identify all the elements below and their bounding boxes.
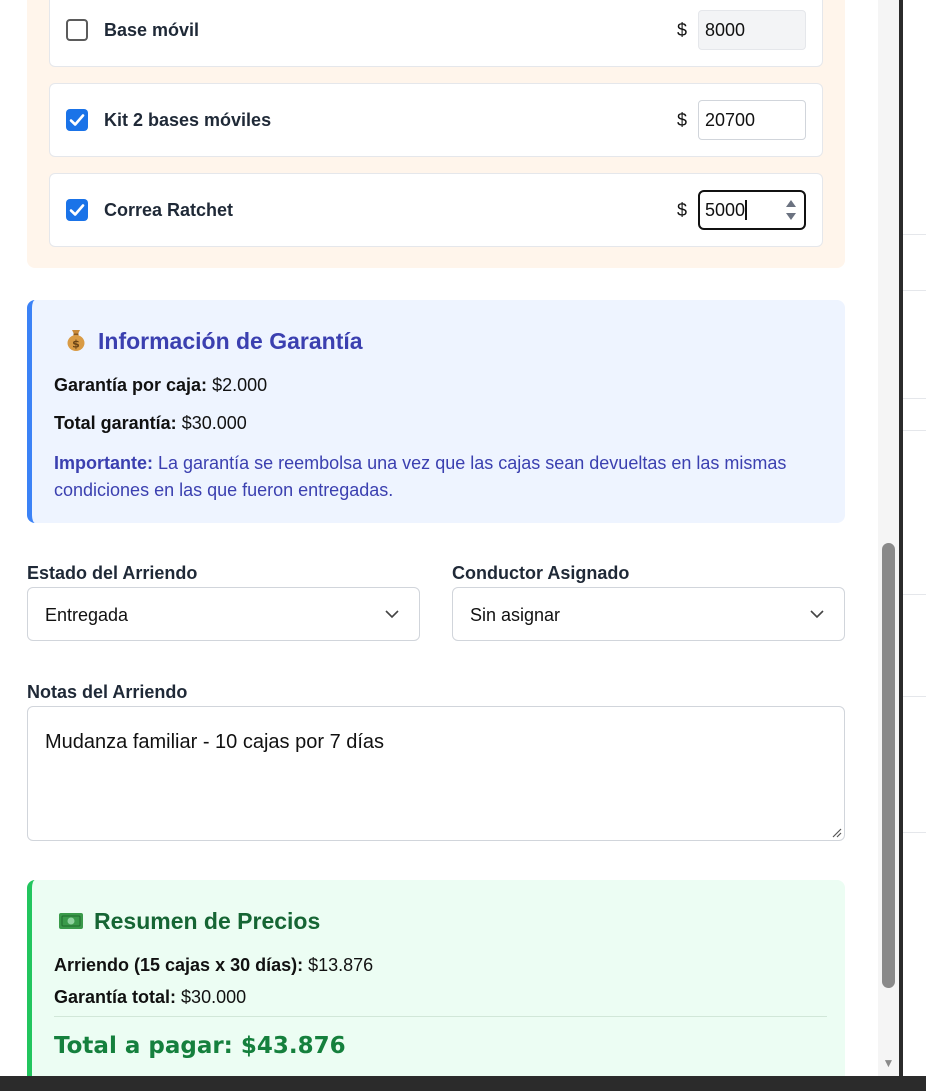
checkmark-icon: [69, 114, 85, 126]
guarantee-total: Total garantía: $30.000: [54, 413, 247, 433]
accessory-price-input: 8000: [698, 10, 806, 50]
currency-symbol: $: [677, 110, 688, 130]
driver-select[interactable]: Sin asignar: [452, 587, 845, 641]
summary-rental: Arriendo (15 cajas x 30 días): $13.876: [54, 955, 374, 975]
accessory-price-input[interactable]: 20700: [698, 100, 806, 140]
accessory-label: Base móvil: [104, 20, 200, 40]
chevron-down-icon: [385, 610, 399, 619]
checkmark-icon: [69, 204, 85, 216]
accessory-row-base-movil: Base móvil $ 8000: [49, 0, 823, 67]
window-bottom-edge: [0, 1076, 926, 1091]
accessory-price-input[interactable]: 5000: [698, 190, 806, 230]
accessory-row-correa-ratchet: Correa Ratchet $ 5000: [49, 173, 823, 247]
notes-text: Mudanza familiar - 10 cajas por 7 días: [45, 731, 385, 753]
accessory-checkbox[interactable]: [66, 109, 88, 131]
background-divider: [903, 234, 926, 235]
currency-symbol: $: [677, 200, 688, 220]
driver-select-value: Sin asignar: [470, 605, 561, 625]
price-summary-box: Resumen de Precios Arriendo (15 cajas x …: [27, 880, 845, 1076]
window-edge: [899, 0, 903, 1076]
summary-title: Resumen de Precios: [58, 908, 320, 935]
guarantee-note: Importante: La garantía se reembolsa una…: [54, 453, 787, 500]
background-divider: [903, 290, 926, 291]
rental-edit-modal: Base móvil $ 8000 Kit 2 bases móviles $ …: [0, 0, 899, 1076]
driver-label: Conductor Asignado: [452, 563, 630, 583]
background-divider: [903, 430, 926, 431]
summary-total: Total a pagar: $43.876: [54, 1033, 346, 1059]
resize-handle-icon[interactable]: [830, 826, 842, 838]
accessory-label: Correa Ratchet: [104, 200, 234, 220]
status-select[interactable]: Entregada: [27, 587, 420, 641]
guarantee-info-box: $ Información de Garantía Garantía por c…: [27, 300, 845, 523]
accessory-label: Kit 2 bases móviles: [104, 110, 272, 130]
svg-text:$: $: [72, 338, 80, 351]
scroll-down-arrow-icon[interactable]: ▼: [882, 1056, 895, 1070]
number-spinner-icon[interactable]: [784, 197, 798, 223]
accessory-row-kit-bases: Kit 2 bases móviles $ 20700: [49, 83, 823, 157]
guarantee-per-box: Garantía por caja: $2.000: [54, 375, 268, 395]
notes-textarea[interactable]: Mudanza familiar - 10 cajas por 7 días: [27, 706, 845, 841]
money-bag-icon: $: [67, 330, 85, 351]
summary-guarantee: Garantía total: $30.000: [54, 987, 247, 1007]
scrollbar-thumb[interactable]: [882, 543, 895, 988]
background-divider: [903, 832, 926, 833]
chevron-down-icon: [810, 610, 824, 619]
accessory-checkbox[interactable]: [66, 19, 88, 41]
accessory-checkbox[interactable]: [66, 199, 88, 221]
background-divider: [903, 594, 926, 595]
status-label: Estado del Arriendo: [27, 563, 198, 583]
background-divider: [903, 696, 926, 697]
background-divider: [903, 398, 926, 399]
currency-symbol: $: [677, 20, 688, 40]
guarantee-title: $ Información de Garantía: [64, 328, 363, 355]
status-select-value: Entregada: [45, 605, 129, 625]
cash-icon: [59, 913, 83, 929]
summary-divider: [54, 1016, 827, 1017]
text-caret: [745, 200, 747, 220]
notes-label: Notas del Arriendo: [27, 682, 188, 702]
